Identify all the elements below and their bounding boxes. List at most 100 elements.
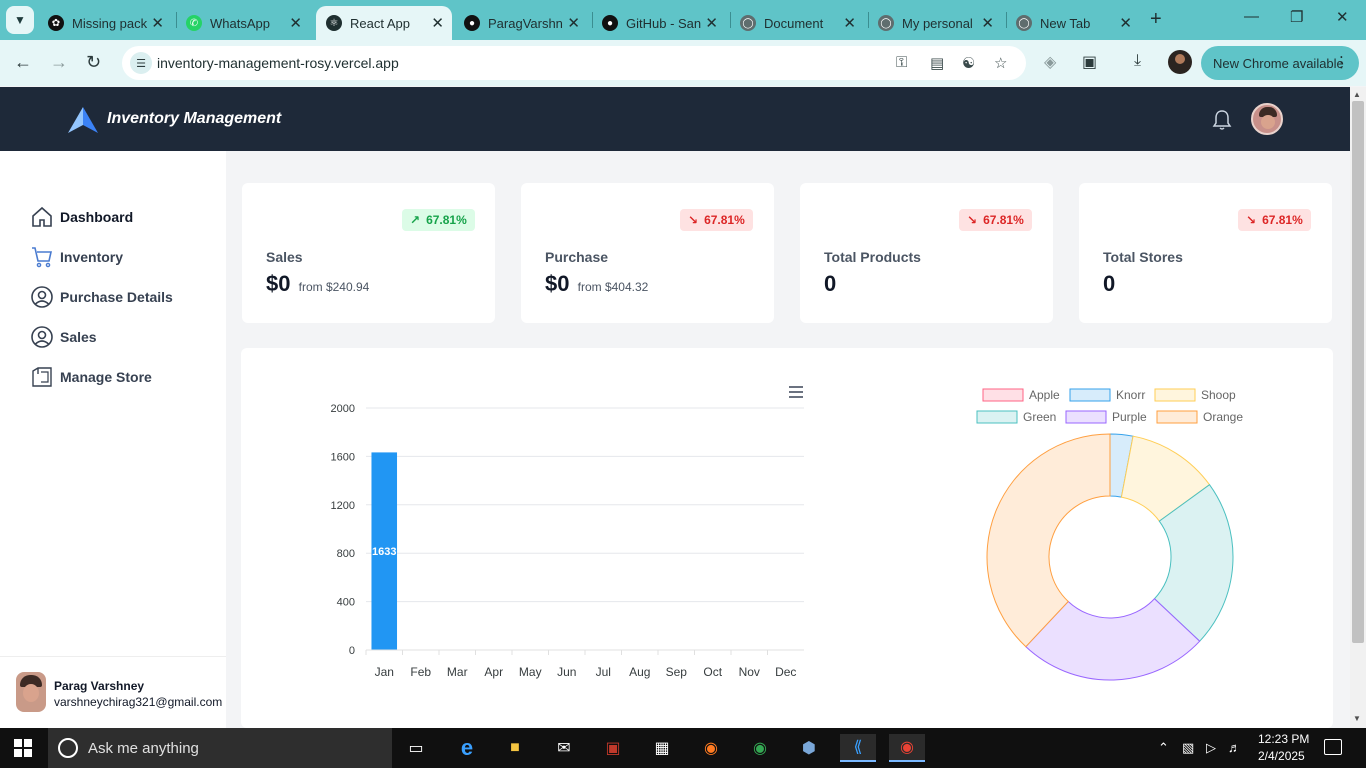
avatar	[16, 672, 46, 712]
tray-expand-icon[interactable]: ⌃	[1158, 740, 1169, 756]
user-email: varshneychirag321@gmail.com	[54, 695, 223, 709]
password-key-icon[interactable]: ⚿	[896, 54, 907, 71]
site-info-icon[interactable]: ☰	[130, 52, 152, 74]
sidebar-user-profile[interactable]: Parag Varshney varshneychirag321@gmail.c…	[0, 656, 226, 728]
forward-button[interactable]: →	[50, 52, 68, 73]
sidebar-item-purchase-details[interactable]: Purchase Details	[30, 285, 173, 309]
close-icon[interactable]: ✕	[843, 14, 856, 32]
store-app-icon[interactable]: ▦	[644, 734, 680, 762]
reload-button[interactable]: ↻	[86, 52, 101, 73]
back-button[interactable]: ←	[14, 52, 32, 73]
restore-button[interactable]: ❐	[1290, 8, 1303, 26]
access-icon[interactable]: ▣	[595, 734, 631, 762]
chrome-active-icon[interactable]: ◉	[889, 734, 925, 762]
scroll-down-icon[interactable]: ▼	[1353, 714, 1361, 723]
extensions-puzzle-icon[interactable]: ▣	[1082, 52, 1097, 72]
more-menu-icon[interactable]: ⋮	[1334, 53, 1349, 71]
chart-menu-icon[interactable]	[789, 386, 803, 398]
windows-start-icon[interactable]	[14, 739, 32, 757]
page-scrollbar[interactable]: ▲ ▼	[1350, 87, 1366, 728]
sidebar-item-inventory[interactable]: Inventory	[30, 245, 123, 269]
clock-time[interactable]: 12:23 PM	[1258, 732, 1309, 746]
taskbar-search-placeholder: Ask me anything	[88, 740, 199, 757]
close-icon[interactable]: ✕	[151, 14, 164, 32]
cart-icon	[32, 247, 52, 268]
tab-document[interactable]: ◯ Document ✕	[730, 6, 864, 40]
user-avatar[interactable]	[1251, 103, 1283, 135]
globe-icon: ◯	[878, 15, 894, 31]
minimize-button[interactable]: —	[1244, 8, 1259, 25]
vscode-icon[interactable]: ⟪	[840, 734, 876, 762]
sidebar-item-dashboard[interactable]: Dashboard	[30, 205, 133, 229]
close-icon[interactable]: ✕	[431, 14, 444, 32]
close-icon[interactable]: ✕	[567, 14, 580, 32]
stat-card-total-stores: ↘ 67.81% Total Stores 0	[1079, 183, 1332, 323]
sidebar-item-label: Inventory	[60, 249, 124, 265]
donut-slice	[986, 433, 1111, 648]
stat-from: from $404.32	[577, 280, 649, 294]
browser-toolbar: ← → ↻ ☰ inventory-management-rosy.vercel…	[0, 40, 1366, 86]
tab-missing-pack[interactable]: ✿ Missing pack ✕	[38, 6, 172, 40]
chrome-taskbar-icon[interactable]: ◉	[742, 734, 778, 762]
x-tick-label: Jun	[557, 665, 576, 679]
chrome-update-button[interactable]: New Chrome available ⋮	[1201, 46, 1359, 80]
task-view-icon[interactable]: ▭	[398, 734, 434, 762]
virtualbox-icon[interactable]: ⬢	[791, 734, 827, 762]
volume-icon[interactable]: ♬	[1228, 740, 1241, 755]
clock-date[interactable]: 2/4/2025	[1258, 749, 1305, 763]
taskbar-search[interactable]: Ask me anything	[48, 728, 392, 768]
trend-up-icon: ↗	[410, 213, 421, 227]
address-bar[interactable]: ☰ inventory-management-rosy.vercel.app ⚿…	[122, 46, 1026, 80]
url-text[interactable]: inventory-management-rosy.vercel.app	[157, 55, 399, 71]
profile-avatar[interactable]	[1168, 50, 1192, 74]
tab-github[interactable]: ● GitHub - San ✕	[592, 6, 726, 40]
new-tab-button[interactable]: +	[1150, 8, 1162, 31]
github-icon: ●	[464, 15, 480, 31]
trend-down-icon: ↘	[1246, 213, 1257, 227]
sidebar-item-manage-store[interactable]: Manage Store	[30, 365, 152, 389]
charts-canvas: 0 400 800 1200 1600 2000 Jan Feb Mar Apr May Jun Jul…	[331, 386, 1243, 681]
tab-whatsapp[interactable]: ✆ WhatsApp ✕	[176, 6, 310, 40]
mail-icon[interactable]: ✉	[546, 734, 582, 762]
stat-card-purchase: ↘ 67.81% Purchase $0 from $404.32	[521, 183, 774, 323]
tab-react-app[interactable]: ⚛ React App ✕	[316, 6, 452, 40]
battery-icon[interactable]: ▧	[1182, 740, 1194, 756]
close-icon[interactable]: ✕	[705, 14, 718, 32]
legend-swatch	[1154, 388, 1196, 402]
wifi-icon[interactable]: ▷	[1206, 740, 1216, 756]
tab-paragvarshney[interactable]: ● ParagVarshn ✕	[454, 6, 588, 40]
notification-center-icon[interactable]	[1324, 739, 1342, 755]
stat-value-row: $0 from $404.32	[545, 271, 648, 297]
x-tick-label: Feb	[410, 665, 431, 679]
stat-label: Sales	[266, 249, 303, 265]
stat-value-row: $0 from $240.94	[266, 271, 369, 297]
bell-icon[interactable]	[1212, 109, 1232, 131]
translate-icon[interactable]: ☯	[962, 54, 975, 72]
download-icon[interactable]: ⤓	[1134, 52, 1141, 70]
trend-value: 67.81%	[983, 213, 1024, 227]
close-icon[interactable]: ✕	[1119, 14, 1132, 32]
close-icon[interactable]: ✕	[289, 14, 302, 32]
close-icon[interactable]: ✕	[981, 14, 994, 32]
sidebar-item-sales[interactable]: Sales	[30, 325, 97, 349]
legend-swatch	[976, 410, 1018, 424]
edge-icon[interactable]: e	[449, 734, 485, 762]
trend-badge: ↘ 67.81%	[1238, 209, 1311, 231]
file-explorer-icon[interactable]: ■	[497, 734, 533, 762]
scroll-up-icon[interactable]: ▲	[1353, 90, 1361, 99]
tab-search-button[interactable]: ▼	[6, 6, 34, 34]
x-tick-label: Apr	[484, 665, 503, 679]
firefox-icon[interactable]: ◉	[693, 734, 729, 762]
sidebar-item-label: Sales	[60, 329, 97, 345]
tab-my-personal[interactable]: ◯ My personal ✕	[868, 6, 1002, 40]
x-tick-label: Aug	[629, 665, 650, 679]
legend-label: Apple	[1029, 388, 1060, 402]
stat-value: 0	[824, 271, 837, 296]
x-tick-label: Dec	[775, 665, 796, 679]
install-app-icon[interactable]: ▤	[930, 54, 944, 72]
bookmark-star-icon[interactable]: ☆	[994, 54, 1007, 72]
close-window-button[interactable]: ✕	[1336, 8, 1349, 26]
scroll-thumb[interactable]	[1352, 101, 1364, 643]
tab-new-tab[interactable]: ◯ New Tab ✕	[1006, 6, 1140, 40]
extension-icon[interactable]: ◈	[1044, 52, 1056, 72]
